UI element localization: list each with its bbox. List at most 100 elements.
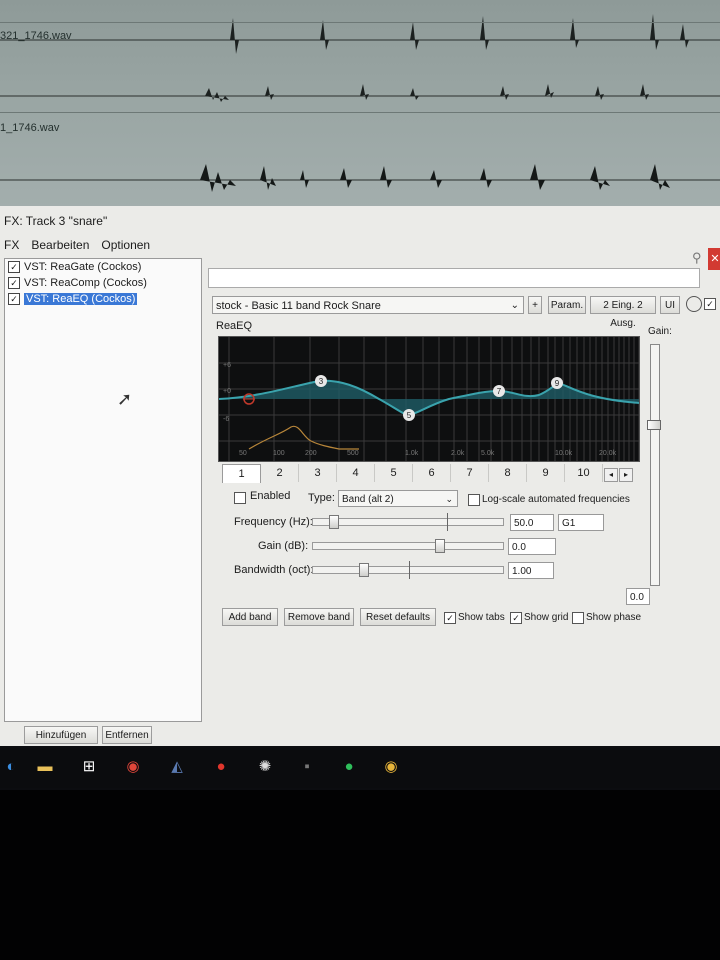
plugin-enable-checkbox[interactable]: ✓	[8, 277, 20, 289]
bandwidth-slider-tick	[409, 561, 410, 579]
tab-scroll-right-icon[interactable]: ▸	[619, 468, 633, 482]
spectrum-curve	[248, 425, 359, 450]
bandwidth-slider[interactable]	[312, 561, 504, 579]
chevron-down-icon: ⌄	[510, 300, 519, 311]
plugin-enable-checkbox[interactable]: ✓	[8, 261, 20, 273]
reset-defaults-button[interactable]: Reset defaults	[360, 608, 436, 626]
param-button[interactable]: Param.	[548, 296, 586, 314]
band-tab-5[interactable]: 5	[375, 464, 413, 482]
spotify-icon[interactable]: ●	[338, 756, 360, 778]
wet-knob-icon[interactable]	[686, 296, 702, 312]
band-tab-1[interactable]: 1	[222, 464, 261, 483]
freq-label: 5.0k	[481, 450, 495, 457]
steam-icon[interactable]: ◭	[166, 756, 188, 778]
band-tab-10[interactable]: 10	[565, 464, 603, 482]
band-tab-4[interactable]: 4	[337, 464, 375, 482]
logscale-checkbox[interactable]	[468, 494, 480, 506]
menu-optionen[interactable]: Optionen	[101, 238, 150, 252]
file-explorer-icon[interactable]: ▬	[34, 756, 56, 778]
window-title: FX: Track 3 "snare"	[4, 214, 108, 228]
track-file-label: 1_1746.wav	[0, 122, 60, 134]
plugin-enable-checkbox[interactable]: ✓	[8, 293, 20, 305]
plugin-item-reagate[interactable]: ✓ VST: ReaGate (Cockos)	[5, 259, 201, 275]
preset-dropdown[interactable]: stock - Basic 11 band Rock Snare ⌄	[212, 296, 524, 314]
pin-icon[interactable]: ⚲	[692, 250, 702, 266]
band-tab-2[interactable]: 2	[261, 464, 299, 482]
tab-scroll-left-icon[interactable]: ◂	[604, 468, 618, 482]
menu-fx[interactable]: FX	[4, 238, 19, 252]
plugin-item-label: VST: ReaComp (Cockos)	[24, 277, 147, 289]
band-node-9: 9	[551, 377, 563, 389]
close-icon[interactable]: ✕	[708, 248, 720, 270]
band-tab-6[interactable]: 6	[413, 464, 451, 482]
enabled-checkbox[interactable]	[234, 492, 246, 504]
show-phase-label: Show phase	[586, 612, 642, 623]
preset-value: stock - Basic 11 band Rock Snare	[216, 300, 381, 312]
app-icon[interactable]: ▪	[296, 756, 318, 778]
plugin-title: ReaEQ	[216, 320, 253, 332]
plugin-name-box	[208, 268, 700, 288]
reaper-icon[interactable]: ✺	[254, 756, 276, 778]
band-tab-8[interactable]: 8	[489, 464, 527, 482]
band-node-label: 3	[319, 377, 324, 386]
band-tabs: 1 2 3 4 5 6 7 8 9 10	[222, 464, 603, 484]
windows-search-icon[interactable]: ◐	[0, 756, 22, 778]
output-gain-input[interactable]: 0.0	[626, 588, 650, 605]
freq-label: 100	[273, 450, 285, 457]
output-gain-slider-thumb[interactable]	[647, 420, 661, 430]
chrome-icon[interactable]: ◉	[122, 756, 144, 778]
output-gain-slider[interactable]	[647, 344, 661, 586]
band-tab-9[interactable]: 9	[527, 464, 565, 482]
ui-button[interactable]: UI	[660, 296, 680, 314]
track-waveform-1[interactable]	[0, 0, 720, 60]
bandwidth-input[interactable]: 1.00	[508, 562, 554, 579]
fx-window: FX: Track 3 "snare" FX Bearbeiten Option…	[0, 206, 720, 746]
show-grid-checkbox[interactable]: ✓	[510, 612, 522, 624]
band-tab-3[interactable]: 3	[299, 464, 337, 482]
band-node-5: 5	[403, 409, 415, 421]
show-phase-checkbox[interactable]	[572, 612, 584, 624]
frequency-note-input[interactable]: G1	[558, 514, 604, 531]
bandwidth-slider-thumb[interactable]	[359, 563, 369, 577]
chevron-down-icon: ⌄	[445, 494, 453, 504]
bandwidth-label: Bandwidth (oct):	[234, 564, 314, 576]
gain-input[interactable]: 0.0	[508, 538, 556, 555]
freq-labels: 50 100 200 500 1.0k 2.0k 5.0k 10.0k 20.0…	[239, 450, 617, 457]
freq-label: 20.0k	[599, 450, 617, 457]
frequency-label: Frequency (Hz):	[234, 516, 313, 528]
db-labels: +6 +0 -6	[223, 362, 231, 423]
eq-graph[interactable]: +6 +0 -6 50 100 200 500 1.0k 2.0k 5.0k 1…	[218, 336, 640, 462]
logscale-label: Log-scale automated frequencies	[482, 494, 630, 505]
freq-label: 200	[305, 450, 317, 457]
band-tab-7[interactable]: 7	[451, 464, 489, 482]
media-player-icon[interactable]: ●	[210, 756, 232, 778]
track-waveform-2[interactable]	[0, 72, 720, 122]
frequency-slider-thumb[interactable]	[329, 515, 339, 529]
gain-slider[interactable]	[312, 539, 504, 553]
menu-bearbeiten[interactable]: Bearbeiten	[31, 238, 89, 252]
io-routing-button[interactable]: 2 Eing. 2 Ausg.	[590, 296, 656, 329]
frequency-slider-tick	[447, 513, 448, 531]
windows-store-icon[interactable]: ⊞	[78, 756, 100, 778]
track-waveform-3[interactable]	[0, 150, 720, 206]
gain-db-label: Gain (dB):	[258, 540, 309, 552]
db-label: +6	[223, 362, 231, 369]
remove-plugin-button[interactable]: Entfernen	[102, 726, 152, 744]
plugin-item-reaeq[interactable]: ✓ VST: ReaEQ (Cockos)	[5, 291, 201, 307]
daw-track-area: 321_1746.wav 1_1746.wav	[0, 0, 720, 208]
remove-band-button[interactable]: Remove band	[284, 608, 354, 626]
add-preset-button[interactable]: +	[528, 296, 542, 314]
monitor-bezel	[0, 790, 720, 960]
plugin-item-reacomp[interactable]: ✓ VST: ReaComp (Cockos)	[5, 275, 201, 291]
add-band-button[interactable]: Add band	[222, 608, 278, 626]
add-plugin-button[interactable]: Hinzufügen	[24, 726, 98, 744]
plugin-item-label: VST: ReaGate (Cockos)	[24, 261, 142, 273]
frequency-input[interactable]: 50.0	[510, 514, 554, 531]
band-type-dropdown[interactable]: Band (alt 2) ⌄	[338, 490, 458, 507]
bypass-checkbox[interactable]: ✓	[704, 298, 716, 310]
menu-bar: FX Bearbeiten Optionen	[4, 238, 150, 252]
chrome-active-icon[interactable]: ◉	[380, 756, 402, 778]
gain-slider-thumb[interactable]	[435, 539, 445, 553]
show-tabs-checkbox[interactable]: ✓	[444, 612, 456, 624]
frequency-slider[interactable]	[312, 513, 504, 531]
